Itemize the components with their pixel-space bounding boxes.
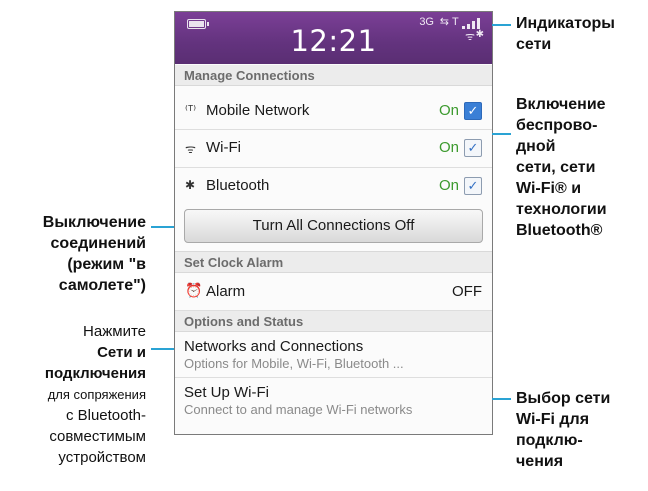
connection-state: On (438, 139, 459, 156)
callout-text-line: сети, сети (516, 159, 596, 176)
section-title: Set Clock Alarm (184, 255, 284, 270)
callout-wireless-toggle: Включение беспрово- дной сети, сети Wi-F… (516, 94, 607, 241)
callout-text-line: Выключение (42, 214, 146, 231)
mobile-network-checkbox[interactable]: ✓ (464, 102, 482, 120)
callout-text-line: Включение (516, 96, 606, 113)
status-bar: 12:21 3G ⇆ T ᯤ ✱ (175, 12, 492, 64)
callout-text-line: технологии (516, 201, 607, 218)
connection-label: Mobile Network (206, 102, 310, 119)
callout-press-networks: Нажмите Сети и подключения для сопряжени… (45, 321, 146, 468)
section-header-set-clock-alarm: Set Clock Alarm (175, 251, 492, 273)
connection-label: Bluetooth (206, 177, 270, 194)
connection-label: Wi-Fi (206, 139, 241, 156)
callout-text-line: устройством (58, 449, 146, 466)
alarm-clock-icon: ⏰ (185, 282, 203, 298)
callout-text-line: Bluetooth® (516, 222, 603, 239)
callout-text-line: соединений (50, 235, 146, 252)
callout-text-line: Сети и (97, 344, 146, 361)
turn-all-connections-off-button[interactable]: Turn All Connections Off (184, 209, 483, 243)
bluetooth-checkbox[interactable]: ✓ (464, 177, 482, 195)
callout-text-line: беспрово- (516, 117, 598, 134)
callout-text-line: (режим "в (67, 256, 146, 273)
connection-row-bluetooth[interactable]: ✱ Bluetooth On ✓ (175, 168, 492, 204)
callout-line-network-indicators (492, 24, 511, 26)
callout-text-line: Wi-Fi для (516, 411, 590, 428)
callout-text-line: подклю- (516, 432, 583, 449)
callout-network-indicators: Индикаторы сети (516, 13, 615, 55)
signal-strength-icon: T (450, 16, 486, 29)
connection-row-mobile-network[interactable]: ⁽ᵀ⁾ Mobile Network On ✓ (175, 93, 492, 130)
option-title: Set Up Wi-Fi (184, 384, 270, 401)
option-subtitle: Options for Mobile, Wi-Fi, Bluetooth ... (184, 356, 404, 371)
data-transfer-icon: ⇆ (439, 16, 449, 28)
section-header-options-and-status: Options and Status (175, 311, 492, 332)
callout-text-line: чения (516, 453, 564, 470)
callout-text-line: Индикаторы (516, 15, 615, 32)
callout-text-line: совместимым (49, 428, 146, 445)
callout-text-line: сети (516, 36, 552, 53)
option-subtitle: Connect to and manage Wi-Fi networks (184, 402, 413, 417)
antenna-icon: ⁽ᵀ⁾ (185, 103, 197, 117)
section-title: Manage Connections (184, 68, 315, 83)
callout-text-line: дной (516, 138, 556, 155)
callout-text-line: подключения (44, 365, 146, 382)
option-title: Networks and Connections (184, 338, 364, 355)
bluetooth-status-icon: ✱ (475, 29, 484, 40)
callout-line-wireless-toggle (492, 133, 511, 135)
callout-text-line: Wi-Fi® и (516, 180, 582, 197)
callout-line-wifi-select (492, 398, 511, 400)
connection-state: On (438, 102, 459, 119)
callout-text-line: с Bluetooth- (65, 407, 146, 424)
alarm-row[interactable]: ⏰ Alarm OFF (175, 274, 492, 311)
section-title: Options and Status (184, 314, 304, 329)
alarm-state: OFF (452, 283, 482, 300)
callout-text-line: самолете") (58, 277, 146, 294)
clock: 12:21 (290, 24, 377, 58)
wifi-status-icon: ᯤ (464, 31, 475, 43)
callout-line-networks-connections (151, 348, 174, 350)
connection-state: On (438, 177, 459, 194)
callout-airplane-mode: Выключение соединений (режим "в самолете… (43, 212, 146, 296)
wifi-icon: ᯤ (185, 142, 196, 156)
bluetooth-icon: ✱ (185, 178, 196, 192)
section-header-manage-connections: Manage Connections (175, 65, 492, 86)
network-type-label: 3G (419, 16, 434, 28)
connection-row-wifi[interactable]: ᯤ Wi-Fi On ✓ (175, 130, 492, 168)
phone-screen: 12:21 3G ⇆ T ᯤ ✱ Manage Connections ⁽ᵀ⁾ … (174, 11, 493, 435)
wifi-checkbox[interactable]: ✓ (464, 139, 482, 157)
callout-text-line: Выбор сети (516, 390, 611, 407)
callout-text-line: для сопряжения (47, 387, 146, 402)
callout-text-line: Нажмите (83, 323, 146, 340)
option-set-up-wifi[interactable]: Set Up Wi-Fi Connect to and manage Wi-Fi… (175, 378, 492, 428)
callout-line-airplane-mode (151, 226, 174, 228)
callout-wifi-select: Выбор сети Wi-Fi для подклю- чения (516, 388, 610, 472)
option-networks-and-connections[interactable]: Networks and Connections Options for Mob… (175, 332, 492, 378)
alarm-label: Alarm (206, 283, 246, 300)
